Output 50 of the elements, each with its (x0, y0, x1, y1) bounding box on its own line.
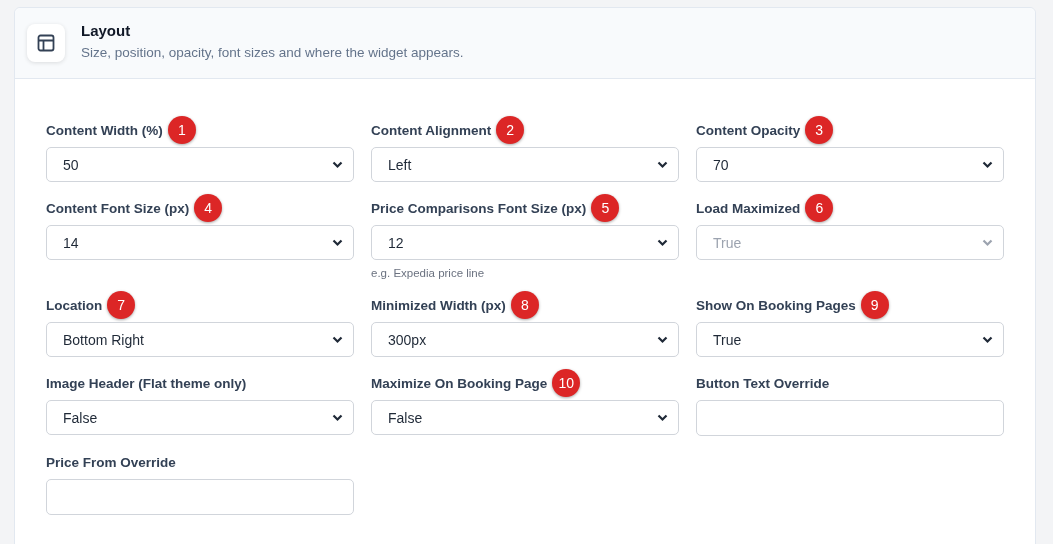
chevron-down-icon (982, 160, 993, 169)
input-field[interactable] (696, 400, 1004, 436)
chevron-down-icon (657, 238, 668, 247)
layout-icon (36, 33, 56, 53)
field-label: Show On Booking Pages (696, 297, 856, 313)
number-badge: 5 (591, 194, 620, 222)
select-field[interactable]: Left (371, 147, 679, 182)
select-field[interactable]: 70 (696, 147, 1004, 182)
section-title: Layout (81, 22, 132, 39)
number-badge: 10 (552, 369, 581, 397)
chevron-down-icon (332, 335, 343, 344)
select-field[interactable]: False (46, 400, 354, 435)
number-badge: 3 (805, 116, 834, 144)
select-field[interactable]: True (696, 322, 1004, 357)
field-label: Load Maximized (696, 200, 801, 216)
chevron-down-icon (332, 160, 343, 169)
select-field[interactable]: 12 (371, 225, 679, 260)
input-field[interactable] (46, 479, 354, 515)
chevron-down-icon (332, 238, 343, 247)
field-label: Location (46, 297, 103, 313)
number-badge: 2 (496, 116, 525, 144)
chevron-down-icon (657, 413, 668, 422)
chevron-down-icon (332, 413, 343, 422)
field-label: Price From Override (46, 454, 176, 470)
number-badge: 8 (510, 291, 539, 319)
field-label: Price Comparisons Font Size (px) (371, 200, 587, 216)
field-label: Image Header (Flat theme only) (46, 375, 247, 391)
chevron-down-icon (657, 335, 668, 344)
select-field[interactable]: Bottom Right (46, 322, 354, 357)
number-badge: 9 (860, 291, 889, 319)
number-badge: 1 (167, 116, 196, 144)
select-field[interactable]: 14 (46, 225, 354, 260)
number-badge: 4 (194, 194, 223, 222)
field-label: Minimized Width (px) (371, 297, 506, 313)
section-subtitle: Size, position, opacity, font sizes and where the widget appears. (81, 45, 464, 60)
select-field[interactable]: 50 (46, 147, 354, 182)
select-field[interactable]: False (371, 400, 679, 435)
field-label: Content Alignment (371, 122, 492, 138)
field-label: Content Font Size (px) (46, 200, 190, 216)
number-badge: 6 (805, 194, 834, 222)
chevron-down-icon (657, 160, 668, 169)
number-badge: 7 (107, 291, 136, 319)
field-label: Button Text Override (696, 375, 830, 391)
field-hint: e.g. Expedia price line (371, 267, 486, 279)
field-label: Content Width (%) (46, 122, 163, 138)
select-field[interactable]: 300px (371, 322, 679, 357)
field-label: Content Opacity (696, 122, 801, 138)
chevron-down-icon (982, 335, 993, 344)
field-label: Maximize On Booking Page (371, 375, 548, 391)
chevron-down-icon (982, 238, 993, 247)
